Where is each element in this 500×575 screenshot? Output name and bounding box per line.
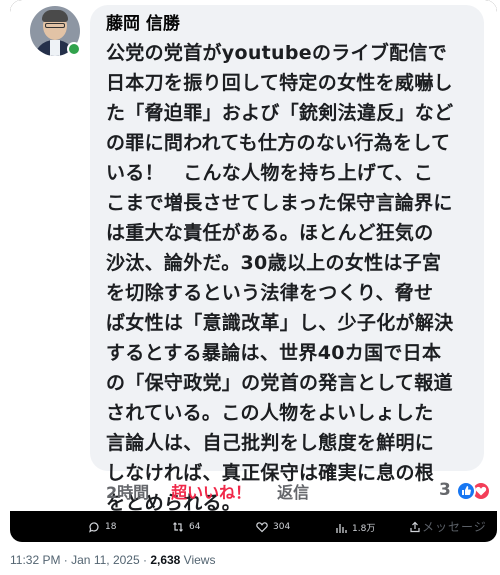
reply-icon xyxy=(89,522,99,533)
comment-author[interactable]: 藤岡 信勝 xyxy=(106,13,180,35)
x-stats-bar: 18 64 304 1.8万 メッセージ xyxy=(10,511,497,542)
tweet-views-count: 2,638 xyxy=(150,553,181,567)
post-image[interactable]: 藤岡 信勝 公党の党首がyoutubeのライブ配信で 日本刀を振り回して特定の女… xyxy=(10,0,497,542)
views-chart-icon xyxy=(336,523,347,533)
reply-stat[interactable]: 18 xyxy=(88,521,116,533)
comment-line: 公党の党首がyoutubeのライブ配信で xyxy=(106,42,448,64)
comment-line: いる！ こんな人物を持ち上げて、こ xyxy=(106,162,434,184)
comment-time[interactable]: 2時間 xyxy=(106,479,149,503)
views-stat[interactable]: 1.8万 xyxy=(335,521,375,534)
tweet-meta: 11:32 PM · Jan 11, 2025 · 2,638 Views xyxy=(10,553,215,567)
views-stat-count: 1.8万 xyxy=(352,524,376,534)
avatar-shirt xyxy=(50,40,60,56)
comment-line: た「脅迫罪」および「銃剣法違反」など xyxy=(106,102,454,124)
comment-line: 言論人は、自己批判をし態度を鮮明に xyxy=(106,432,435,454)
message-ghost-text: メッセージ xyxy=(422,520,487,534)
comment-line: するとする暴論は、世界40カ国で日本 xyxy=(106,342,442,364)
like-icon[interactable] xyxy=(456,481,476,501)
like-stat[interactable]: 304 xyxy=(256,521,290,533)
reply-count: 18 xyxy=(105,522,117,532)
tweet-views-label: Views xyxy=(180,553,216,567)
comment-line: ば女性は「意識改革」し、少子化が解決 xyxy=(106,312,454,334)
reply-button[interactable]: 返信 xyxy=(277,479,309,503)
avatar-hair xyxy=(42,10,68,22)
comment-line: 日本刀を振り回して特定の女性を威嚇し xyxy=(106,72,453,94)
comment-line: されている。この人物をよいしょした xyxy=(106,402,434,424)
share-icon xyxy=(410,521,420,533)
like-count: 304 xyxy=(273,522,291,532)
comment-line: の「保守政党」の党首の発言として報道 xyxy=(106,372,453,394)
comment-line: を切除するという法律をつくり、脅せ xyxy=(106,282,434,304)
tweet-timestamp[interactable]: 11:32 PM · Jan 11, 2025 · xyxy=(10,553,150,567)
avatar-glasses xyxy=(45,23,65,28)
facebook-comment-screenshot: 藤岡 信勝 公党の党首がyoutubeのライブ配信で 日本刀を振り回して特定の女… xyxy=(10,0,497,514)
superlike-button[interactable]: 超いいね！ xyxy=(171,479,251,503)
comment-text: 公党の党首がyoutubeのライブ配信で 日本刀を振り回して特定の女性を威嚇し … xyxy=(106,38,478,518)
comment-line: こまで増長させてしまった保守言論界に xyxy=(106,192,453,214)
heart-outline-icon xyxy=(256,522,268,533)
reaction-count[interactable]: 3 xyxy=(439,480,451,500)
repost-icon xyxy=(173,522,183,532)
repost-count: 64 xyxy=(189,522,201,532)
online-status-dot xyxy=(67,42,81,56)
comment-line: の罪に問われても仕方のない行為をして xyxy=(106,132,451,154)
comment-line: 沙汰、論外だ。30歳以上の女性は子宮 xyxy=(106,252,442,274)
repost-stat[interactable]: 64 xyxy=(172,521,200,533)
comment-line: は重大な責任がある。ほとんど狂気の xyxy=(106,222,434,244)
comment-actions: 2時間 超いいね！ 返信 xyxy=(106,480,309,502)
